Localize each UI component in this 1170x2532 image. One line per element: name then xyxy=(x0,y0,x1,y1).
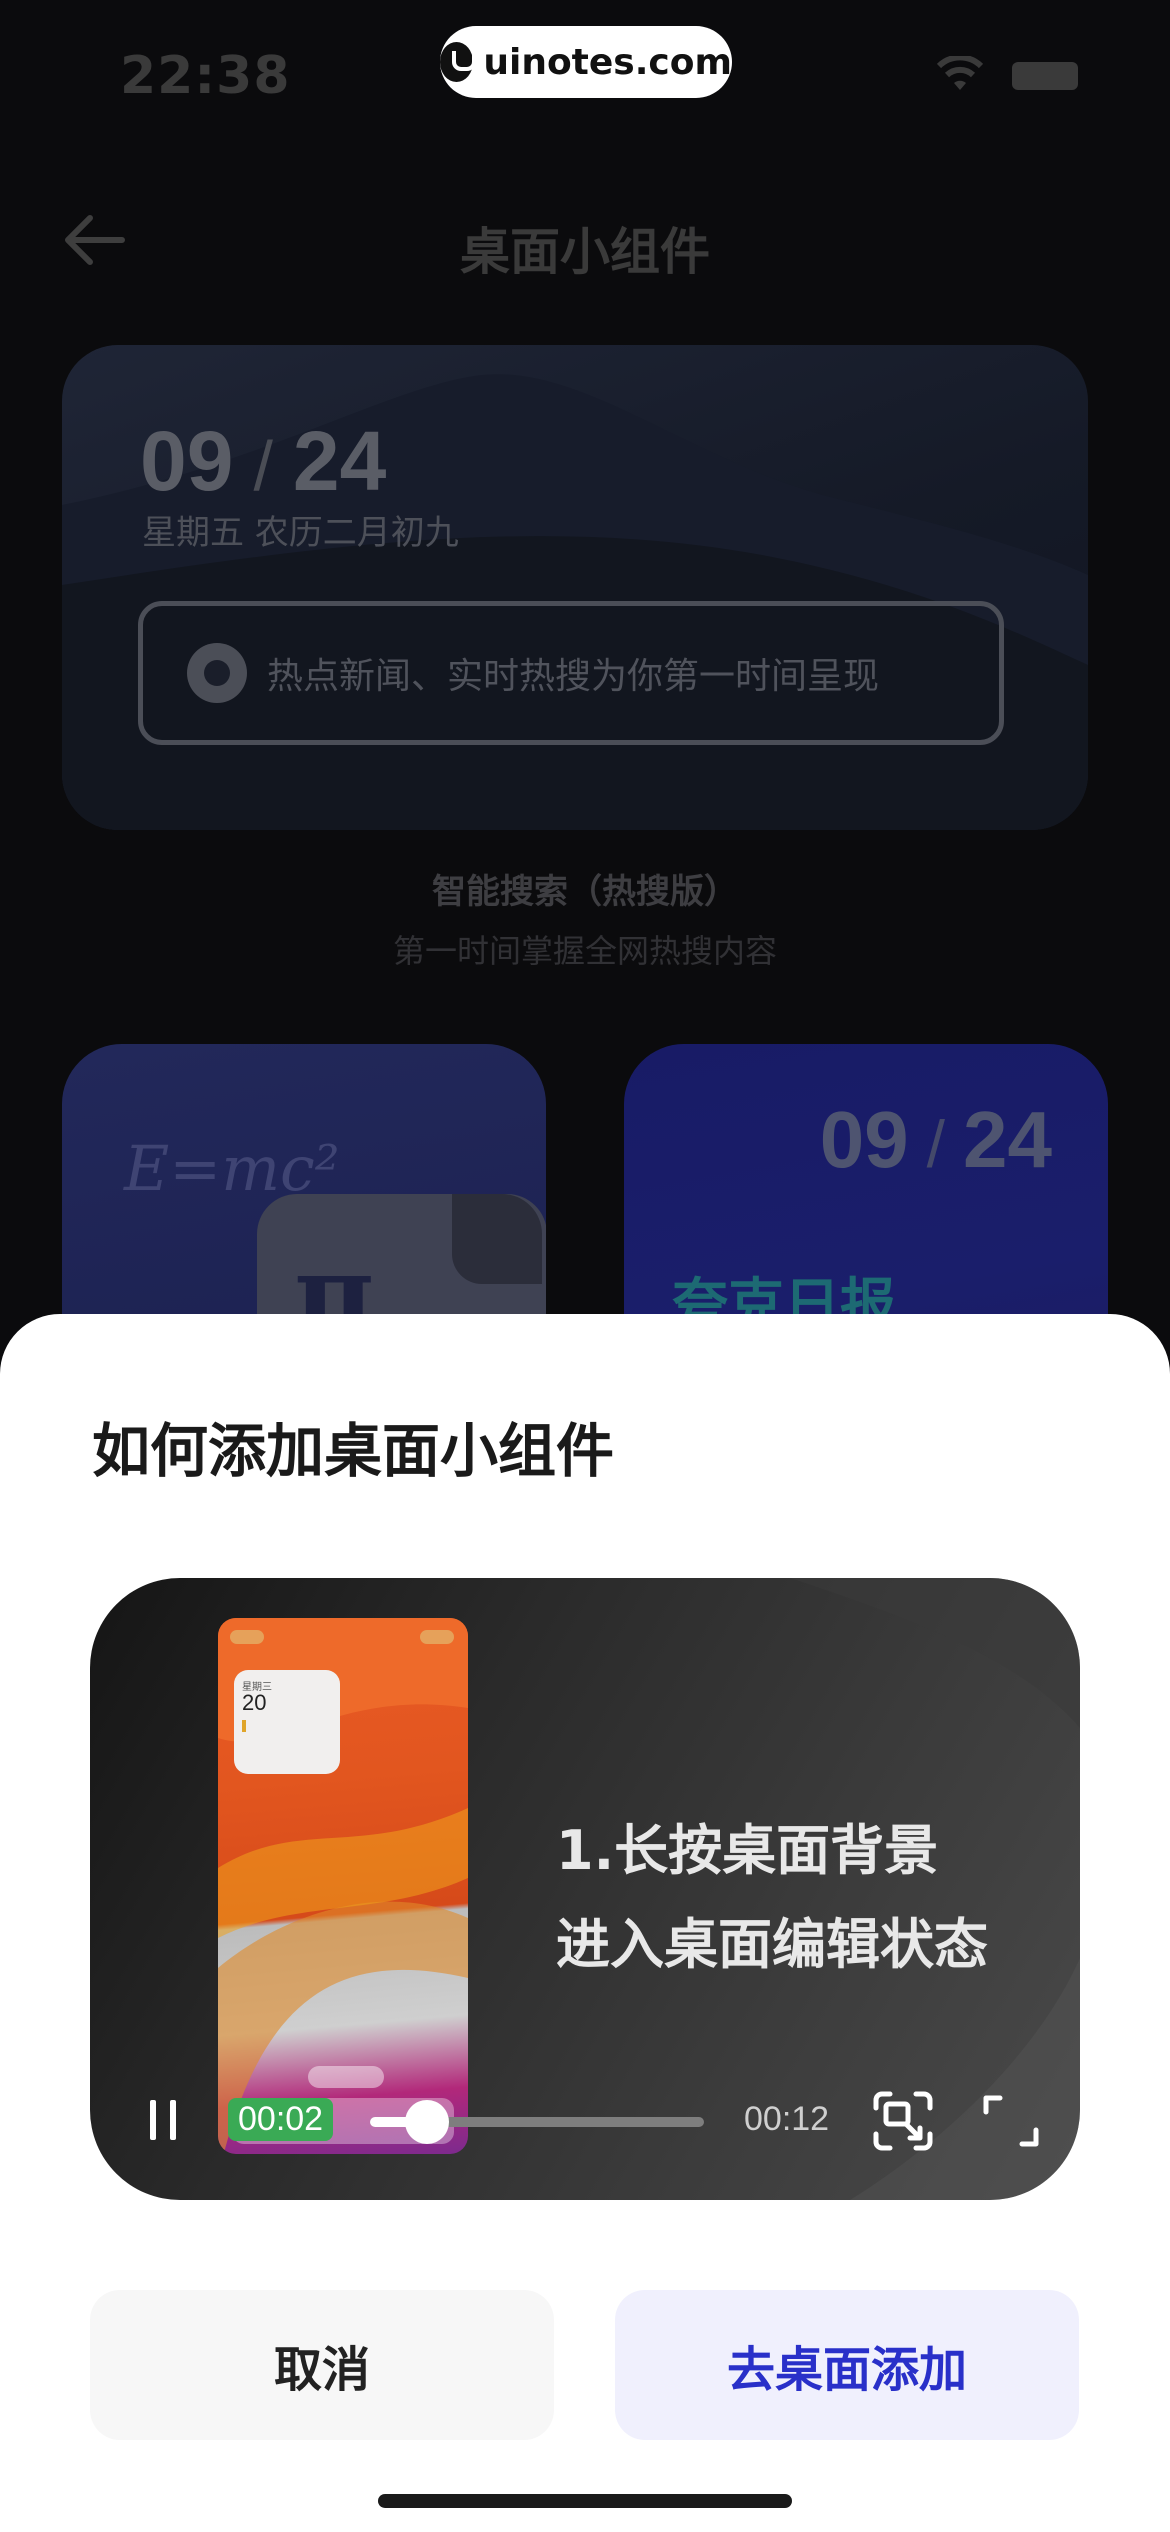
phone-widget: 星期三 20 xyxy=(234,1670,340,1774)
video-caption: 1.长按桌面背景 进入桌面编辑状态 xyxy=(556,1804,1036,1992)
hero-widget-preview[interactable]: 09/24 星期五 农历二月初九 热点新闻、实时热搜为你第一时间呈现 xyxy=(62,345,1088,830)
sheet-title: 如何添加桌面小组件 xyxy=(92,1417,615,1485)
hero-search-box[interactable]: 热点新闻、实时热搜为你第一时间呈现 xyxy=(138,601,1004,745)
wifi-icon xyxy=(936,56,984,90)
video-duration: 00:12 xyxy=(744,2100,830,2138)
phone-preview-image: 星期三 20 xyxy=(218,1618,468,2154)
cancel-button[interactable]: 取消 xyxy=(90,2290,554,2440)
hero-day: 24 xyxy=(292,414,387,508)
daily-day: 24 xyxy=(963,1095,1052,1184)
phone-widget-accent xyxy=(242,1720,246,1732)
status-bar: 22:38 uinotes.com xyxy=(0,0,1170,150)
progress-thumb[interactable] xyxy=(405,2100,449,2144)
pause-icon[interactable] xyxy=(144,2096,184,2144)
watermark-badge: uinotes.com xyxy=(440,26,732,98)
quark-logo-icon xyxy=(187,643,247,703)
add-to-desktop-button[interactable]: 去桌面添加 xyxy=(615,2290,1079,2440)
daily-month: 09 xyxy=(819,1095,909,1184)
caption-line-1: 1.长按桌面背景 xyxy=(556,1819,939,1882)
page-title: 桌面小组件 xyxy=(460,223,710,281)
hero-search-text: 热点新闻、实时热搜为你第一时间呈现 xyxy=(267,656,880,697)
video-current-time: 00:02 xyxy=(228,2098,334,2141)
phone-add-badge xyxy=(230,1630,264,1644)
watermark-text: uinotes.com xyxy=(483,41,732,83)
status-time: 22:38 xyxy=(120,46,291,106)
fullscreen-icon[interactable] xyxy=(980,2090,1042,2152)
hero-weekday-lunar: 星期五 农历二月初九 xyxy=(142,513,459,553)
document-fold-icon xyxy=(452,1194,542,1284)
tutorial-video-player[interactable]: 星期三 20 1.长按桌面背景 进入桌面编辑状态 00:02 00:12 xyxy=(90,1578,1080,2200)
phone-widget-num: 20 xyxy=(242,1690,267,1715)
caption-line-2: 进入桌面编辑状态 xyxy=(556,1913,988,1976)
home-indicator xyxy=(378,2494,792,2508)
picture-in-picture-icon[interactable] xyxy=(872,2090,934,2152)
battery-icon xyxy=(1012,62,1078,90)
watermark-logo-icon xyxy=(440,42,477,82)
widget-description: 第一时间掌握全网热搜内容 xyxy=(392,932,777,970)
daily-date: 09/24 xyxy=(819,1095,1052,1184)
phone-page-dots xyxy=(308,2066,384,2088)
how-to-add-sheet: 如何添加桌面小组件 星期三 20 1.长按桌面背景 进入桌面编辑状态 00:02… xyxy=(0,1314,1170,2532)
phone-done-badge xyxy=(420,1630,454,1644)
hero-month: 09 xyxy=(140,414,234,508)
widget-name: 智能搜索（热搜版） xyxy=(432,872,738,912)
hero-date: 09/24 xyxy=(140,414,387,508)
